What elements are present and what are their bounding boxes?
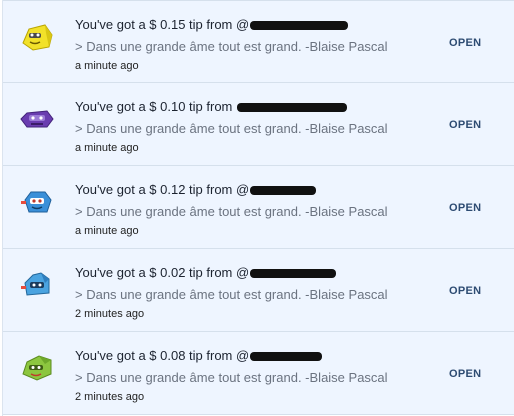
notification-list: You've got a $ 0.15 tip from @ > Dans un…: [2, 0, 514, 416]
tip-text: You've got a $ 0.08 tip from: [75, 348, 236, 363]
timestamp: a minute ago: [75, 225, 139, 237]
notification-item[interactable]: You've got a $ 0.10 tip from > Dans une …: [3, 83, 514, 166]
redacted-username: [250, 186, 317, 196]
notification-item[interactable]: You've got a $ 0.12 tip from @ > Dans un…: [3, 166, 514, 249]
open-button[interactable]: OPEN: [449, 37, 481, 49]
tip-message: > Dans une grande âme tout est grand. -B…: [75, 121, 388, 136]
timestamp: 2 minutes ago: [75, 308, 145, 320]
tip-message: > Dans une grande âme tout est grand. -B…: [75, 287, 388, 302]
notification-item[interactable]: You've got a $ 0.02 tip from @ > Dans un…: [3, 249, 514, 332]
tip-text: You've got a $ 0.10 tip from: [75, 99, 236, 114]
tip-headline: You've got a $ 0.12 tip from @: [75, 182, 317, 197]
tip-text: You've got a $ 0.02 tip from: [75, 265, 236, 280]
tip-text: You've got a $ 0.15 tip from: [75, 17, 236, 32]
sender-handle: @: [236, 265, 250, 280]
blue-creature-icon: [19, 269, 55, 301]
timestamp: a minute ago: [75, 142, 139, 154]
green-creature-icon: [19, 352, 55, 384]
redacted-username: [250, 21, 349, 31]
tip-headline: You've got a $ 0.15 tip from @: [75, 17, 349, 32]
sender-handle: @: [236, 182, 250, 197]
open-button[interactable]: OPEN: [449, 285, 481, 297]
tip-message: > Dans une grande âme tout est grand. -B…: [75, 370, 388, 385]
tip-message: > Dans une grande âme tout est grand. -B…: [75, 39, 388, 54]
tip-headline: You've got a $ 0.10 tip from: [75, 99, 347, 114]
open-button[interactable]: OPEN: [449, 368, 481, 380]
open-button[interactable]: OPEN: [449, 119, 481, 131]
yellow-creature-icon: [19, 21, 55, 53]
open-button[interactable]: OPEN: [449, 202, 481, 214]
notification-item[interactable]: You've got a $ 0.08 tip from @ > Dans un…: [3, 332, 514, 415]
timestamp: a minute ago: [75, 60, 139, 72]
tip-message: > Dans une grande âme tout est grand. -B…: [75, 204, 388, 219]
timestamp: 2 minutes ago: [75, 391, 145, 403]
sender-handle: @: [236, 348, 250, 363]
redacted-username: [237, 103, 347, 113]
sender-handle: @: [236, 17, 250, 32]
redacted-username: [250, 269, 337, 279]
tip-headline: You've got a $ 0.08 tip from @: [75, 348, 323, 363]
purple-creature-icon: [19, 103, 55, 135]
tip-headline: You've got a $ 0.02 tip from @: [75, 265, 337, 280]
blue-creature-icon: [19, 186, 55, 218]
redacted-username: [250, 352, 323, 362]
tip-text: You've got a $ 0.12 tip from: [75, 182, 236, 197]
notification-item[interactable]: You've got a $ 0.15 tip from @ > Dans un…: [3, 0, 514, 83]
